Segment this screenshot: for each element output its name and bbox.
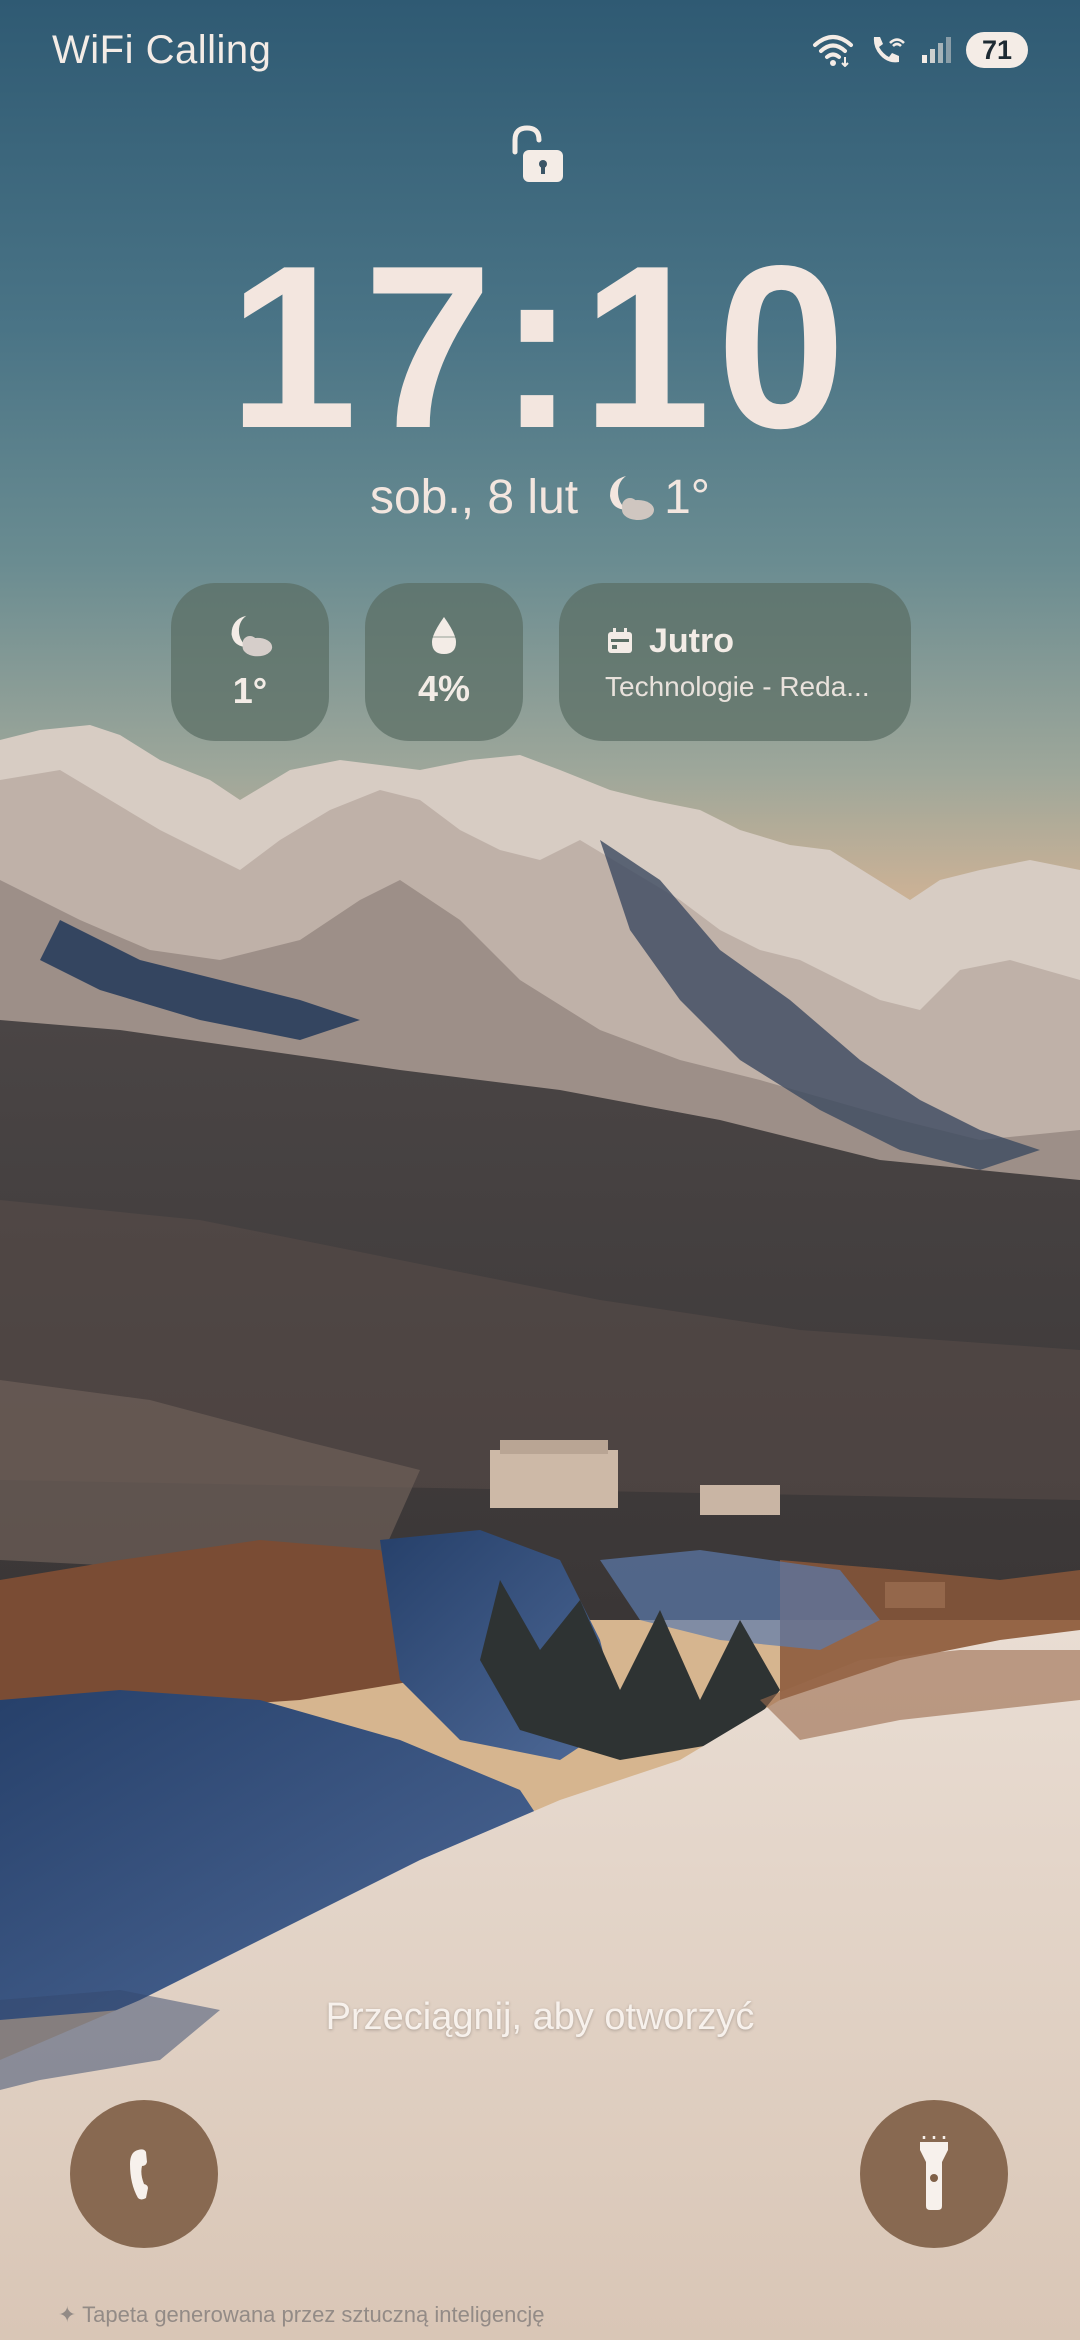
calendar-title-label: Jutro <box>649 621 734 660</box>
wifi-icon <box>813 35 853 67</box>
flashlight-shortcut-button[interactable] <box>860 2100 1008 2248</box>
moon-cloud-icon <box>231 615 273 657</box>
battery-indicator: 71 <box>966 32 1028 68</box>
weather-widget-temp: 1° <box>232 670 268 711</box>
calendar-title: Jutro <box>605 622 734 661</box>
date-label: sob., 8 lut <box>369 471 579 524</box>
unlocked-padlock-icon[interactable] <box>505 122 571 188</box>
phone-icon <box>130 2149 148 2200</box>
calendar-widget[interactable]: Jutro Technologie - Reda... <box>559 583 911 741</box>
calendar-event: Technologie - Reda... <box>605 670 870 702</box>
clock-time[interactable]: 17:10 <box>0 232 1080 464</box>
date-weather-temp: 1° <box>664 471 710 524</box>
widgets-row: 1° 4% Jutro Technologie - Reda... <box>171 583 911 741</box>
swipe-to-unlock-hint: Przeciągnij, aby otworzyć <box>325 1996 755 2038</box>
status-icons: 71 <box>812 32 1028 68</box>
status-bar: WiFi Calling 71 <box>0 0 1080 100</box>
water-drop-icon <box>432 617 456 654</box>
signal-icon <box>922 37 951 63</box>
date-weather[interactable]: 1° <box>600 470 710 525</box>
carrier-label: WiFi Calling <box>52 27 272 72</box>
moon-cloud-icon <box>610 475 655 520</box>
calendar-icon <box>608 628 632 653</box>
weather-widget[interactable]: 1° <box>171 583 329 741</box>
precipitation-widget[interactable]: 4% <box>365 583 523 741</box>
lock-screen: WiFi Calling 71 17:10 sob., 8 lut 1° 1° … <box>0 0 1080 2340</box>
wifi-call-icon <box>873 37 905 63</box>
ai-wallpaper-note: ✦ Tapeta generowana przez sztuczną intel… <box>58 2302 545 2327</box>
precipitation-value: 4% <box>417 668 471 709</box>
phone-shortcut-button[interactable] <box>70 2100 218 2248</box>
flashlight-icon <box>920 2136 948 2210</box>
date-weather-row: sob., 8 lut 1° <box>0 470 1080 525</box>
